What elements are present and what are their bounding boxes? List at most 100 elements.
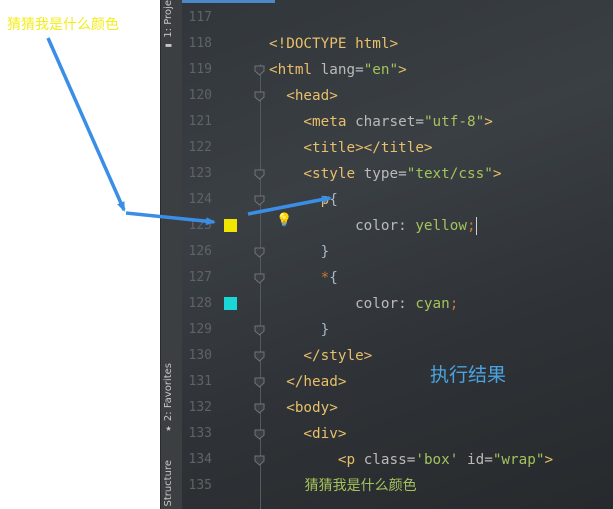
fold-marker-icon[interactable]	[254, 325, 265, 336]
code-token: <style	[269, 166, 364, 182]
fold-marker-icon[interactable]	[254, 403, 265, 414]
fold-marker-icon[interactable]	[254, 65, 265, 76]
line-number: 130	[188, 348, 212, 363]
fold-marker-icon[interactable]	[254, 455, 265, 466]
line-number: 122	[188, 140, 212, 155]
line-number: 121	[188, 114, 212, 129]
line-number: 119	[188, 62, 212, 77]
line-number: 127	[188, 270, 212, 285]
code-token: >	[492, 166, 502, 182]
line-number: 129	[188, 322, 212, 337]
code-token: </head>	[269, 374, 347, 390]
code-token: }	[269, 244, 330, 260]
code-token: >	[398, 62, 407, 78]
code-token: lang=	[320, 62, 364, 78]
code-line[interactable]: <!DOCTYPE html>	[269, 31, 613, 57]
code-token: <title></title>	[269, 140, 433, 156]
code-token: type=	[363, 166, 407, 182]
code-line[interactable]: 猜猜我是什么颜色	[269, 473, 613, 499]
annotation-caption: 猜猜我是什么颜色	[7, 17, 119, 33]
line-number-gutter: 117 118 119 120 121 122 123 124 125 126 127 128 129 1…	[182, 5, 212, 499]
code-token: *	[269, 270, 330, 286]
code-token: p	[269, 192, 330, 208]
code-line[interactable]: <title></title>	[269, 135, 613, 161]
line-number: 134	[188, 452, 212, 467]
fold-marker-icon[interactable]	[254, 377, 265, 388]
code-line[interactable]: *{	[269, 265, 613, 291]
code-token: {	[329, 192, 338, 208]
code-editor[interactable]: 117 118 119 120 121 122 123 124 125 126 127 128 129 1…	[182, 0, 613, 509]
text-caret	[475, 217, 477, 235]
fold-guide	[260, 64, 261, 509]
code-line[interactable]: <style type="text/css">	[269, 161, 613, 187]
fold-marker-icon[interactable]	[254, 247, 265, 258]
code-line[interactable]: <body>	[269, 395, 613, 421]
annotation-margin: 猜猜我是什么颜色	[0, 0, 160, 509]
code-token: id=	[458, 452, 493, 468]
line-number: 126	[188, 244, 212, 259]
line-number: 128	[188, 296, 212, 311]
screenshot-canvas: 猜猜我是什么颜色 1: Proje ▬ 2: Favorites ★ Struc…	[0, 0, 613, 509]
code-line[interactable]: <p class='box' id="wrap">	[269, 447, 613, 473]
code-token: yellow	[415, 218, 467, 234]
tool-window-strip: 1: Proje ▬ 2: Favorites ★ Structure	[160, 0, 183, 509]
line-number: 125	[188, 218, 212, 233]
code-token: <head>	[269, 88, 338, 104]
code-token: "text/css"	[406, 166, 493, 182]
code-token: "wrap"	[492, 452, 545, 468]
color-swatch-icon[interactable]	[224, 219, 237, 232]
code-token: charset=	[355, 114, 424, 130]
line-number: 132	[188, 400, 212, 415]
code-token: 'box'	[415, 452, 459, 468]
code-token: <body>	[269, 400, 338, 416]
fold-marker-icon[interactable]	[254, 195, 265, 206]
code-token: <html	[269, 62, 321, 78]
code-line[interactable]: }	[269, 317, 613, 343]
code-token: <meta	[269, 114, 356, 130]
tool-tab-favorites[interactable]: 2: Favorites ★	[163, 363, 174, 435]
code-line[interactable]: <html lang="en">	[269, 57, 613, 83]
code-token: "en"	[363, 62, 399, 78]
line-number: 118	[188, 36, 212, 51]
tool-tab-structure-label: Structure	[163, 460, 174, 507]
active-tab-indicator[interactable]	[182, 0, 275, 3]
code-line[interactable]: <head>	[269, 83, 613, 109]
code-token: {	[329, 270, 338, 286]
line-number: 124	[188, 192, 212, 207]
code-line[interactable]: color: cyan;	[269, 291, 613, 317]
code-line[interactable]: }	[269, 239, 613, 265]
tool-tab-project[interactable]: 1: Proje ▬	[163, 0, 174, 52]
fold-marker-icon[interactable]	[254, 429, 265, 440]
fold-marker-icon[interactable]	[254, 169, 265, 180]
code-line[interactable]	[269, 5, 613, 31]
result-caption: 执行结果	[430, 364, 507, 386]
line-number: 131	[188, 374, 212, 389]
code-token: >	[544, 452, 554, 468]
fold-marker-icon[interactable]	[254, 273, 265, 284]
code-token: class=	[363, 452, 416, 468]
code-token: <p	[269, 452, 364, 468]
code-token: </style>	[269, 348, 373, 364]
tool-tab-project-label: 1: Proje	[163, 0, 174, 38]
code-token: }	[269, 322, 330, 338]
code-area[interactable]: <!DOCTYPE html> <html lang="en"> <head> <…	[269, 5, 613, 499]
code-line[interactable]: <div>	[269, 421, 613, 447]
code-token: <!DOCTYPE html>	[269, 36, 399, 52]
tool-tab-structure[interactable]: Structure	[163, 460, 174, 507]
folder-icon: ▬	[165, 39, 172, 51]
tool-tab-favorites-label: 2: Favorites	[163, 363, 174, 422]
fold-marker-icon[interactable]	[254, 91, 265, 102]
line-number: 135	[188, 478, 212, 493]
code-token: <div>	[269, 426, 347, 442]
fold-marker-icon[interactable]	[254, 351, 265, 362]
code-token: color:	[269, 218, 416, 234]
code-line[interactable]: color: yellow;	[269, 213, 613, 239]
code-line[interactable]: <meta charset="utf-8">	[269, 109, 613, 135]
code-token: 猜猜我是什么颜色	[269, 478, 417, 494]
color-swatch-icon[interactable]	[224, 297, 237, 310]
code-token: ;	[466, 218, 476, 234]
line-number: 133	[188, 426, 212, 441]
code-token: color:	[269, 296, 416, 312]
code-token: ;	[449, 296, 459, 312]
code-line[interactable]: p{	[269, 187, 613, 213]
